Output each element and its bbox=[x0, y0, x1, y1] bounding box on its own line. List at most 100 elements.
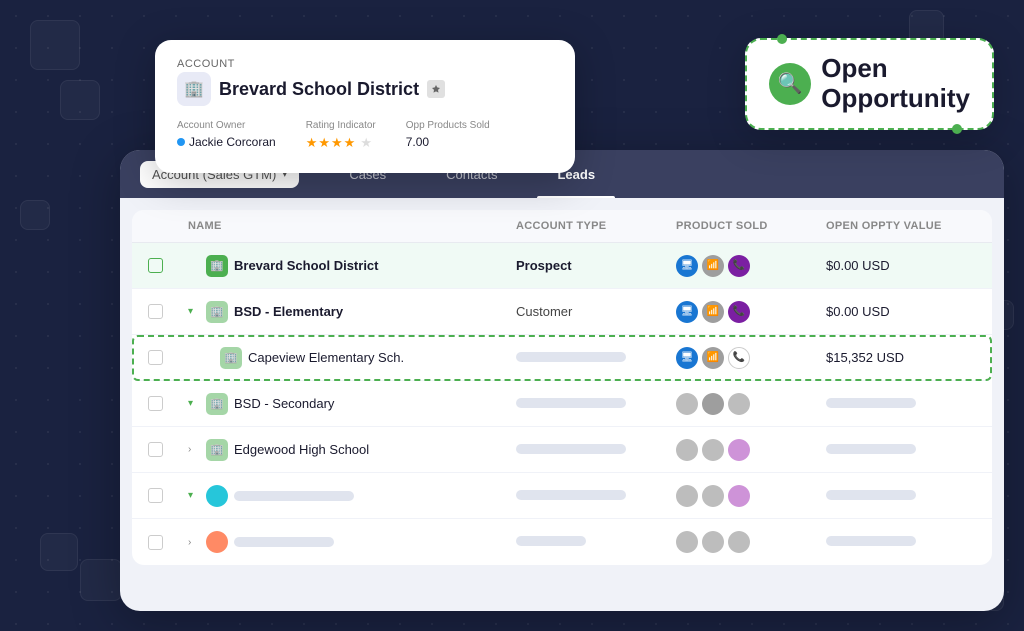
product-icon-2 bbox=[702, 485, 724, 507]
owner-value: Jackie Corcoran bbox=[177, 135, 276, 149]
product-icon-wifi: 📶 bbox=[702, 301, 724, 323]
col-product: Product Sold bbox=[676, 220, 826, 232]
row-icon: 🏢 bbox=[206, 255, 228, 277]
product-icon-1 bbox=[676, 393, 698, 415]
product-icons: 🖥 📶 📞 bbox=[676, 347, 826, 369]
row-type-skeleton bbox=[516, 349, 676, 367]
oppty-skeleton bbox=[826, 487, 976, 505]
product-icon-1 bbox=[676, 485, 698, 507]
oppty-skeleton bbox=[826, 395, 976, 413]
account-meta: Account Owner Jackie Corcoran Rating Ind… bbox=[177, 120, 553, 151]
row-type: Customer bbox=[516, 304, 676, 319]
expand-arrow: ▾ bbox=[188, 306, 200, 317]
opportunity-label: Open Opportunity bbox=[821, 54, 970, 114]
product-icon-wifi: 📶 bbox=[702, 255, 724, 277]
table-row: 🏢 Brevard School District Prospect 🖥 📶 📞… bbox=[132, 243, 992, 289]
owner-label: Account Owner bbox=[177, 120, 276, 131]
row-icon: 🏢 bbox=[206, 301, 228, 323]
row-name-cell: ▾ 🏢 BSD - Elementary bbox=[188, 301, 516, 323]
row-icon: 🏢 bbox=[220, 347, 242, 369]
main-card: Account (Sales GTM) ▾ Cases Contacts Lea… bbox=[120, 150, 1004, 611]
product-icon-monitor: 🖥 bbox=[676, 255, 698, 277]
opportunity-badge: 🔍 Open Opportunity bbox=[745, 38, 994, 130]
row-icon: 🏢 bbox=[206, 439, 228, 461]
row-name-cell: ▾ 🏢 BSD - Secondary bbox=[188, 393, 516, 415]
row-name-cell: 🏢 Brevard School District bbox=[188, 255, 516, 277]
row-checkbox[interactable] bbox=[148, 396, 188, 411]
product-icon-phone: 📞 bbox=[728, 347, 750, 369]
product-icon-2 bbox=[702, 393, 724, 415]
col-type: Account Type bbox=[516, 220, 676, 232]
rating-value: ★★★★ ★ bbox=[306, 135, 376, 151]
avatar bbox=[206, 485, 228, 507]
product-icon-monitor: 🖥 bbox=[676, 347, 698, 369]
row-type-skeleton bbox=[516, 441, 676, 459]
table-row: 🏢 Capeview Elementary Sch. 🖥 📶 📞 $15,352… bbox=[132, 335, 992, 381]
stars: ★★★★ bbox=[306, 135, 357, 151]
row-checkbox[interactable] bbox=[148, 350, 188, 365]
opp-label: Opp Products Sold bbox=[406, 120, 490, 131]
product-icon-monitor: 🖥 bbox=[676, 301, 698, 323]
row-checkbox[interactable] bbox=[148, 304, 188, 319]
product-icons: 🖥 📶 📞 bbox=[676, 301, 826, 323]
product-icons bbox=[676, 485, 826, 507]
row-icon: 🏢 bbox=[206, 393, 228, 415]
row-checkbox[interactable] bbox=[148, 258, 188, 273]
product-icon-1 bbox=[676, 531, 698, 553]
oppty-value: $0.00 USD bbox=[826, 304, 976, 319]
expand-arrow: › bbox=[188, 444, 200, 455]
verified-icon bbox=[427, 80, 445, 98]
col-checkbox bbox=[148, 220, 188, 232]
row-name: Capeview Elementary Sch. bbox=[248, 350, 404, 365]
product-icon-3 bbox=[728, 531, 750, 553]
expand-arrow: ▾ bbox=[188, 490, 200, 501]
product-icons bbox=[676, 531, 826, 553]
product-icon-phone: 📞 bbox=[728, 301, 750, 323]
expand-arrow: ▾ bbox=[188, 398, 200, 409]
badge-dot-top bbox=[777, 34, 787, 44]
row-name: BSD - Elementary bbox=[234, 304, 343, 319]
rating-field: Rating Indicator ★★★★ ★ bbox=[306, 120, 376, 151]
product-icon-phone: 📞 bbox=[728, 255, 750, 277]
table-row: ▾ 🏢 BSD - Elementary Customer 🖥 📶 📞 $0.0… bbox=[132, 289, 992, 335]
product-icon-3 bbox=[728, 393, 750, 415]
oppty-value: $0.00 USD bbox=[826, 258, 976, 273]
table-row: ▾ 🏢 BSD - Secondary bbox=[132, 381, 992, 427]
row-name-cell: 🏢 Capeview Elementary Sch. bbox=[188, 347, 516, 369]
product-icons bbox=[676, 393, 826, 415]
row-name-cell: › bbox=[188, 531, 516, 553]
row-name-cell: › 🏢 Edgewood High School bbox=[188, 439, 516, 461]
product-icon-wifi: 📶 bbox=[702, 347, 724, 369]
product-icon-2 bbox=[702, 531, 724, 553]
row-type-skeleton bbox=[516, 395, 676, 413]
oppty-skeleton bbox=[826, 441, 976, 459]
avatar bbox=[206, 531, 228, 553]
product-icons bbox=[676, 439, 826, 461]
opp-field: Opp Products Sold 7.00 bbox=[406, 120, 490, 151]
row-checkbox[interactable] bbox=[148, 442, 188, 457]
product-icon-2 bbox=[702, 439, 724, 461]
rating-label: Rating Indicator bbox=[306, 120, 376, 131]
product-icons: 🖥 📶 📞 bbox=[676, 255, 826, 277]
product-icon-3 bbox=[728, 485, 750, 507]
oppty-value: $15,352 USD bbox=[826, 350, 976, 365]
opp-value: 7.00 bbox=[406, 135, 490, 149]
row-name-skeleton bbox=[234, 491, 354, 501]
row-type-skeleton bbox=[516, 487, 676, 505]
product-icon-3 bbox=[728, 439, 750, 461]
row-checkbox[interactable] bbox=[148, 488, 188, 503]
badge-dot-bottom bbox=[952, 124, 962, 134]
account-name: Brevard School District bbox=[219, 79, 419, 100]
row-name-cell: ▾ bbox=[188, 485, 516, 507]
table-row: › 🏢 Edgewood High School bbox=[132, 427, 992, 473]
row-checkbox[interactable] bbox=[148, 535, 188, 550]
col-oppty: Open Oppty Value bbox=[826, 220, 976, 232]
row-type: Prospect bbox=[516, 258, 676, 273]
account-icon: 🏢 bbox=[177, 72, 211, 106]
row-name-skeleton bbox=[234, 537, 334, 547]
row-type-skeleton bbox=[516, 533, 676, 551]
owner-field: Account Owner Jackie Corcoran bbox=[177, 120, 276, 151]
table-header: Name Account Type Product Sold Open Oppt… bbox=[132, 210, 992, 243]
account-label: Account bbox=[177, 58, 553, 70]
row-name: BSD - Secondary bbox=[234, 396, 334, 411]
